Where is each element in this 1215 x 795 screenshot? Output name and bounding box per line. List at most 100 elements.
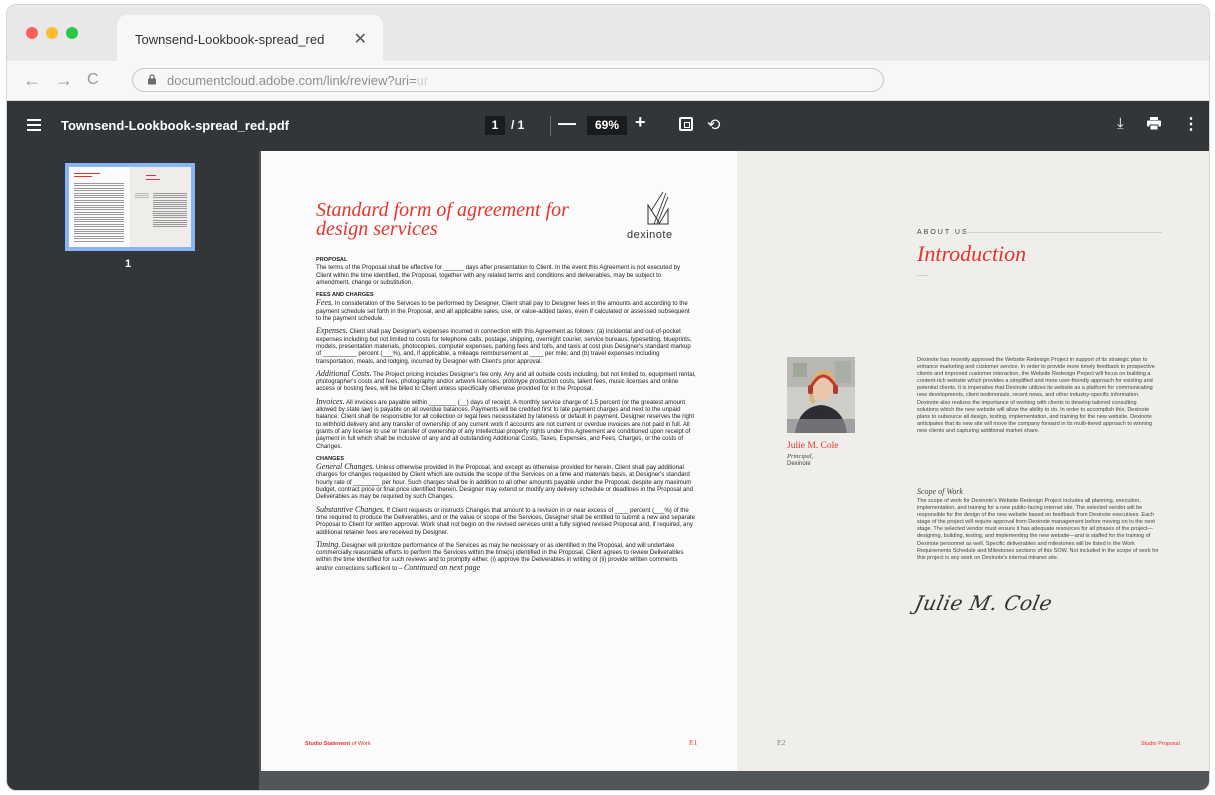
close-window-button[interactable]: [26, 27, 38, 39]
thumbnail-line: [74, 173, 100, 174]
thumbnail-line: [153, 204, 187, 205]
fit-page-icon[interactable]: [679, 117, 693, 131]
thumbnail-line: [74, 216, 124, 218]
thumbnail-line: [74, 233, 124, 235]
thumbnail-line: [146, 175, 156, 176]
left-footer-brand: Studio Statement of Work: [305, 741, 371, 747]
thumbnail-line: [74, 192, 124, 194]
about-label: ABOUT US: [917, 229, 969, 236]
thumbnail-line: [74, 223, 124, 225]
dexinote-logo-icon: [647, 191, 669, 225]
section-paragraph: Additional Costs. The Project pricing in…: [316, 368, 696, 393]
document-title: Townsend-Lookbook-spread_red.pdf: [61, 118, 289, 133]
thumbnail-line: [153, 226, 187, 228]
document-viewer[interactable]: Standard form of agreement for design se…: [259, 151, 1209, 790]
forward-arrow-icon[interactable]: →: [55, 70, 73, 91]
section-paragraph: Substantive Changes. If Client requests …: [316, 504, 696, 536]
thumbnail-line: [74, 195, 124, 196]
page-number-input[interactable]: 1: [485, 116, 505, 135]
back-arrow-icon[interactable]: ←: [23, 70, 41, 91]
thumbnail-line: [74, 211, 124, 213]
thumbnail-line: [153, 201, 187, 203]
thumbnail-line: [74, 190, 124, 192]
url-text[interactable]: documentcloud.adobe.com/link/review?uri=…: [167, 73, 428, 88]
maximize-window-button[interactable]: [66, 27, 78, 39]
left-page-number: P.1: [689, 739, 698, 747]
thumbnail-line: [153, 199, 187, 201]
zoom-in-icon[interactable]: +: [635, 112, 646, 133]
dexinote-wordmark: dexinote: [627, 229, 673, 241]
thumbnail-line: [135, 195, 149, 196]
tab-close-icon[interactable]: ✕: [354, 29, 367, 49]
section-heading: PROPOSAL: [316, 257, 348, 263]
thumbnail-line: [153, 208, 187, 210]
thumbnail-line: [74, 214, 124, 216]
thumbnail-line: [153, 224, 187, 225]
more-options-icon[interactable]: ⋮: [1183, 114, 1199, 134]
thumbnail-line: [74, 235, 124, 237]
thumbnail-line: [135, 197, 149, 198]
section-paragraph: Timing. Designer will prioritize perform…: [316, 539, 684, 572]
tab-title: Townsend-Lookbook-spread_red: [135, 32, 325, 47]
section-paragraph: Invoices. All invoices are payable withi…: [316, 396, 695, 450]
address-bar[interactable]: documentcloud.adobe.com/link/review?uri=…: [132, 68, 884, 92]
thumbnail-line: [153, 197, 187, 199]
section-paragraph: Fees. In consideration of the Services t…: [316, 298, 690, 323]
thumbnail-line: [74, 226, 124, 228]
signature: Julie M. Cole: [912, 591, 1055, 615]
thumbnail-line: [153, 193, 187, 194]
right-page-number: P.2: [777, 739, 786, 747]
reload-icon[interactable]: C: [87, 71, 99, 89]
pdf-toolbar: Townsend-Lookbook-spread_red.pdf 1 / 1 —…: [7, 101, 1209, 151]
thumbnail-line: [74, 228, 124, 230]
navigation-bar: ← → C documentcloud.adobe.com/link/revie…: [7, 61, 1209, 101]
thumbnail-line: [74, 207, 124, 208]
thumbnail-line: [74, 238, 124, 240]
thumbnail-page-number: 1: [125, 258, 132, 270]
thumbnail-line: [153, 206, 187, 208]
rotate-icon[interactable]: ⟲: [707, 115, 720, 135]
thumbnail-line: [153, 213, 187, 214]
page-thumbnail[interactable]: [65, 163, 195, 251]
thumbnail-line: [135, 193, 149, 194]
thumbnail-line: [74, 202, 124, 204]
thumbnail-line: [74, 240, 124, 242]
person-organization: Dexinote: [787, 461, 811, 467]
scope-title: Scope of Work: [917, 487, 963, 496]
person-role: Principal,: [787, 453, 814, 460]
section-paragraph: The terms of the Proposal shall be effec…: [316, 264, 681, 286]
browser-tab[interactable]: Townsend-Lookbook-spread_red ✕: [117, 15, 383, 61]
thumbnail-sidebar: 1: [7, 151, 259, 790]
thumbnail-line: [74, 176, 92, 177]
thumbnail-line: [74, 219, 124, 220]
about-rule: [962, 232, 1162, 233]
thumbnail-line: [74, 204, 124, 206]
thumbnail-line: [74, 231, 124, 232]
thumbnail-line: [74, 187, 124, 189]
print-icon[interactable]: [1147, 117, 1161, 130]
toolbar-divider: [550, 116, 551, 136]
thumbnail-line: [146, 179, 160, 180]
thumbnail-line: [153, 195, 187, 197]
thumbnail-line: [74, 221, 124, 223]
zoom-level-input[interactable]: 69%: [587, 116, 627, 135]
thumbnail-line: [74, 185, 124, 187]
download-icon[interactable]: ⤓: [1117, 115, 1124, 132]
thumbnail-line: [74, 183, 124, 184]
thumbnail-line: [153, 221, 187, 223]
person-name: Julie M. Cole: [787, 441, 839, 451]
intro-rule: [917, 275, 929, 276]
thumbnail-line: [74, 197, 124, 199]
section-paragraph: Expenses. Client shall pay Designer's ex…: [316, 326, 692, 365]
thumbnail-line: [74, 209, 124, 211]
lock-icon: [148, 74, 156, 85]
scope-paragraph: The scope of work for Dexinote's Website…: [917, 498, 1159, 561]
browser-window: Townsend-Lookbook-spread_red ✕ ← → C doc…: [6, 4, 1210, 791]
zoom-out-icon[interactable]: —: [558, 113, 576, 134]
intro-title: Introduction: [917, 241, 1027, 266]
hamburger-icon[interactable]: [27, 119, 41, 131]
section-heading: FEES AND CHARGES: [316, 292, 374, 299]
minimize-window-button[interactable]: [46, 27, 58, 39]
thumbnail-line: [153, 217, 187, 219]
right-footer-brand: Studio Proposal: [1141, 741, 1180, 747]
